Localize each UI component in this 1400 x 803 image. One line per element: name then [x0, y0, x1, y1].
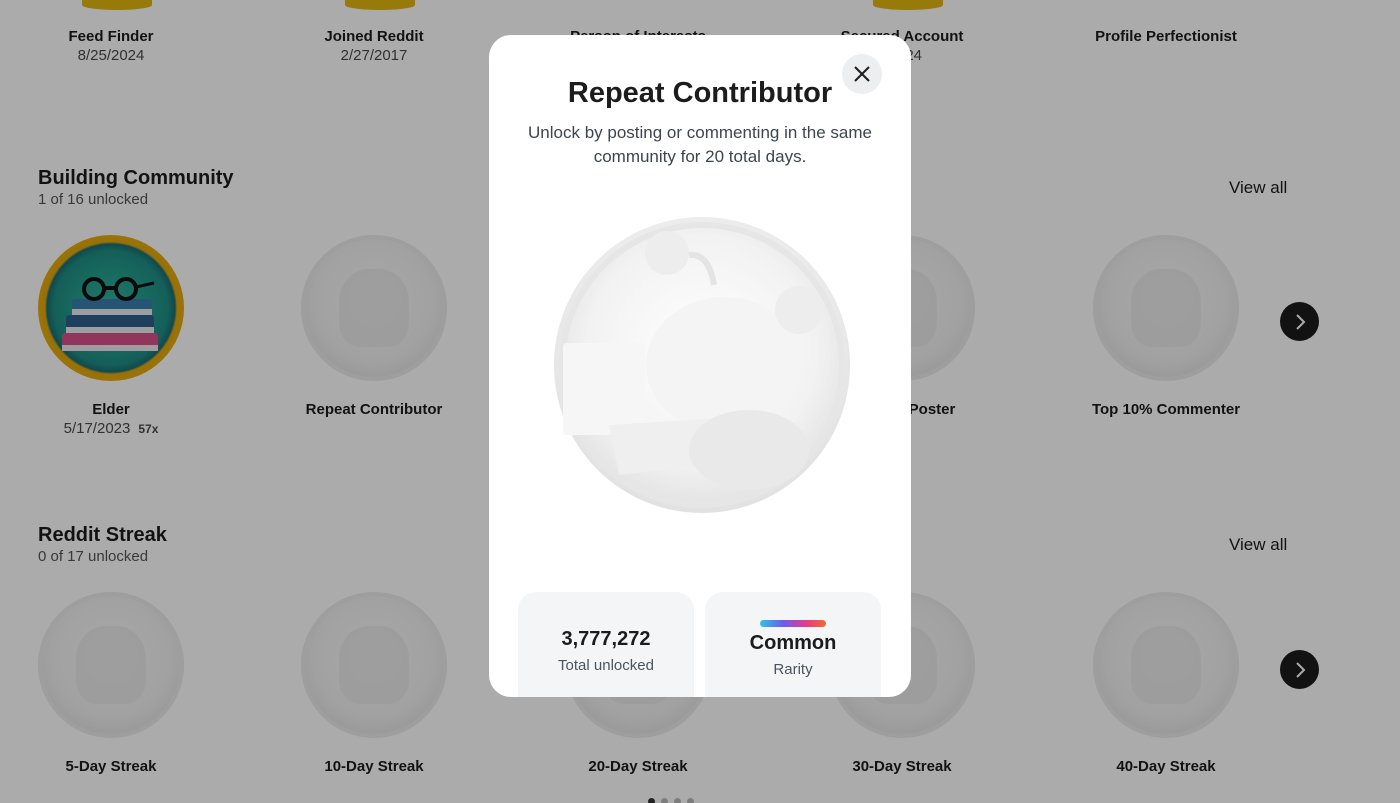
total-unlocked-card: 3,777,272 Total unlocked	[518, 592, 694, 697]
rarity-value: Common	[749, 632, 837, 654]
rarity-gradient-bar	[760, 620, 826, 627]
repeat-contributor-badge-icon	[554, 217, 850, 513]
modal-title: Repeat Contributor	[567, 77, 833, 109]
modal-description: Unlock by posting or commenting in the s…	[528, 123, 872, 166]
achievement-modal: Repeat Contributor Unlock by posting or …	[489, 35, 911, 697]
total-unlocked-label: Total unlocked	[558, 657, 654, 674]
total-unlocked-value: 3,777,272	[561, 628, 651, 650]
rarity-card: Common Rarity	[705, 592, 881, 697]
rarity-label: Rarity	[773, 661, 813, 678]
